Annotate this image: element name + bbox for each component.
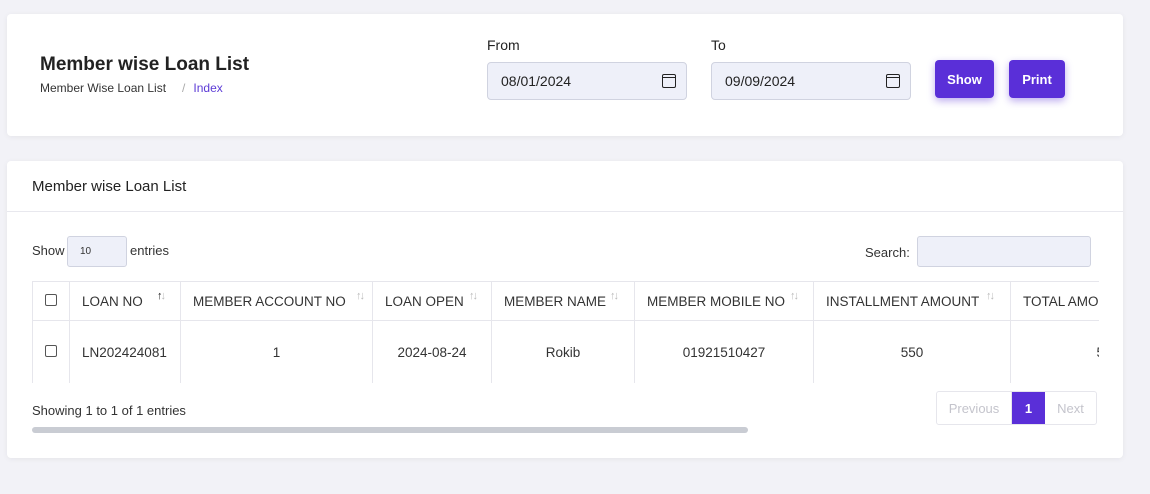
sort-icon: ↑↓: [469, 290, 478, 302]
entries-length-select[interactable]: 10: [67, 236, 127, 267]
breadcrumb-item-parent[interactable]: Member Wise Loan List: [40, 81, 166, 95]
sort-icon: ↑↓: [790, 290, 799, 302]
cell-installment-amount: 550: [813, 320, 1011, 383]
to-date-input[interactable]: 09/09/2024: [711, 62, 911, 100]
breadcrumb-separator: /: [182, 81, 186, 95]
column-header-member-mobile-no[interactable]: MEMBER MOBILE NO ↑↓: [634, 281, 814, 321]
breadcrumb: Member Wise Loan List / Index: [40, 81, 223, 95]
pagination-previous[interactable]: Previous: [937, 392, 1012, 424]
row-select-cell: [32, 320, 70, 383]
cell-member-name: Rokib: [491, 320, 635, 383]
from-date-value: 08/01/2024: [501, 73, 572, 89]
select-all-checkbox[interactable]: [45, 293, 57, 306]
cell-member-account-no: 1: [180, 320, 373, 383]
pagination-page-1[interactable]: 1: [1012, 392, 1045, 424]
header-card: Member wise Loan List Member Wise Loan L…: [7, 14, 1123, 136]
table-container: LOAN NO ↑↓ MEMBER ACCOUNT NO ↑↓ LOAN OPEN ↑…: [32, 281, 1099, 383]
from-label: From: [487, 37, 520, 53]
pagination: Previous 1 Next: [936, 391, 1097, 425]
column-header-member-name[interactable]: MEMBER NAME ↑↓: [491, 281, 635, 321]
to-date-value: 09/09/2024: [725, 73, 796, 89]
page-title: Member wise Loan List: [40, 54, 250, 75]
cell-member-mobile-no: 01921510427: [634, 320, 814, 383]
column-header-installment-amount[interactable]: INSTALLMENT AMOUNT ↑↓: [813, 281, 1011, 321]
column-header-loan-no[interactable]: LOAN NO ↑↓: [69, 281, 181, 321]
length-entries-label: entries: [130, 243, 170, 258]
table-row: LN202424081 1 2024-08-24 Rokib 019215104…: [32, 320, 1099, 383]
cell-total-amount: 5500: [1010, 320, 1099, 383]
show-button[interactable]: Show: [935, 60, 994, 98]
loan-table: LOAN NO ↑↓ MEMBER ACCOUNT NO ↑↓ LOAN OPEN ↑…: [32, 281, 1099, 383]
cell-loan-no: LN202424081: [69, 320, 181, 383]
sort-asc-icon: ↑↓: [157, 290, 166, 302]
row-checkbox[interactable]: [45, 344, 57, 357]
search-label: Search:: [865, 245, 910, 260]
calendar-icon[interactable]: [662, 74, 676, 88]
to-label: To: [711, 37, 726, 53]
horizontal-scrollbar[interactable]: [32, 427, 748, 433]
table-info: Showing 1 to 1 of 1 entries: [32, 403, 186, 418]
loan-list-card: Member wise Loan List Show 10 entries Se…: [7, 161, 1123, 458]
table-header-row: LOAN NO ↑↓ MEMBER ACCOUNT NO ↑↓ LOAN OPEN ↑…: [32, 281, 1099, 321]
column-header-total-amount[interactable]: TOTAL AMO: [1010, 281, 1099, 321]
divider: [7, 211, 1123, 212]
sort-icon: ↑↓: [610, 290, 619, 302]
search-input[interactable]: [917, 236, 1091, 267]
column-header-member-account-no[interactable]: MEMBER ACCOUNT NO ↑↓: [180, 281, 373, 321]
calendar-icon[interactable]: [886, 74, 900, 88]
section-title: Member wise Loan List: [32, 178, 187, 195]
length-show-label: Show: [32, 243, 65, 258]
sort-icon: ↑↓: [986, 290, 995, 302]
cell-loan-open: 2024-08-24: [372, 320, 492, 383]
breadcrumb-item-current: Index: [193, 81, 223, 95]
column-header-loan-open[interactable]: LOAN OPEN ↑↓: [372, 281, 492, 321]
select-all-cell: [32, 281, 70, 321]
from-date-input[interactable]: 08/01/2024: [487, 62, 687, 100]
sort-icon: ↑↓: [356, 290, 365, 302]
print-button[interactable]: Print: [1009, 60, 1065, 98]
pagination-next[interactable]: Next: [1045, 392, 1096, 424]
